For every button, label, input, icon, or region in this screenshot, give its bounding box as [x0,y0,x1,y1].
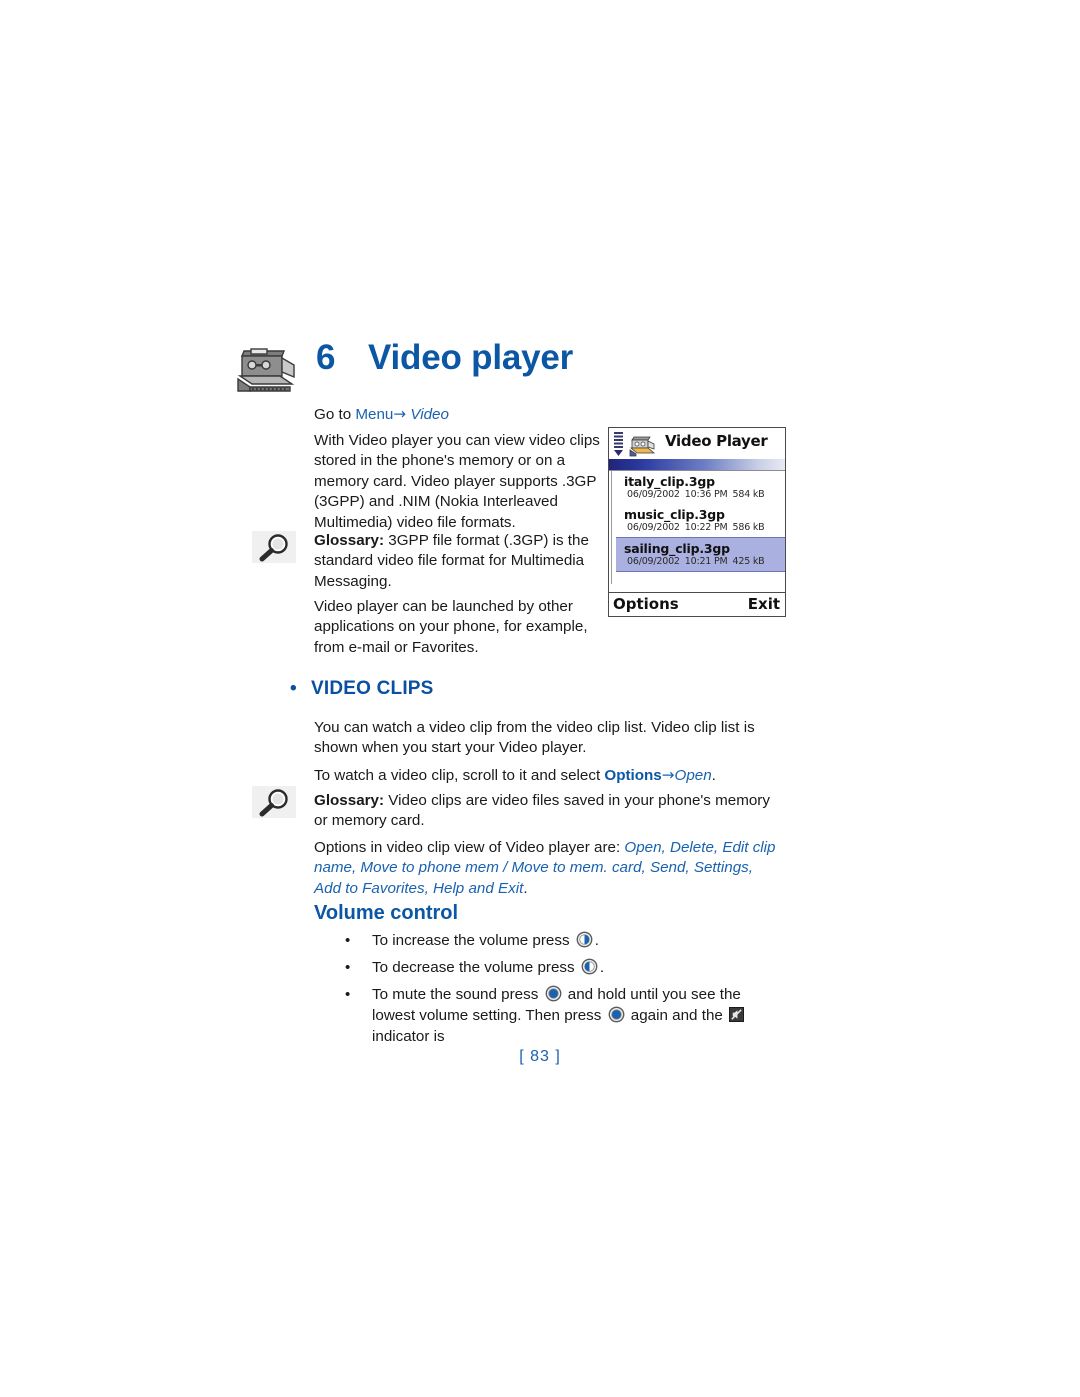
clip-meta: 06/09/2002 10:22 PM 586 kB [624,522,781,534]
page-number: [ 83 ] [519,1048,561,1065]
bullet-text: To increase the volume press [372,932,574,949]
section-bullet-icon: • [290,678,297,699]
intro-paragraph: With Video player you can view video cli… [314,432,600,531]
camcorder-icon [232,346,298,394]
clip-date: 06/09/2002 [627,522,680,533]
clip-time: 10:36 PM [684,489,728,500]
clip-meta: 06/09/2002 10:21 PM 425 kB [624,556,781,568]
arrow-glyph: → [393,405,407,423]
sub-heading-volume-control: Volume control [314,902,459,924]
arrow-glyph: → [661,766,675,784]
bullet-text-end: indicator is [372,1028,445,1045]
section-heading-label: VIDEO CLIPS [311,678,434,699]
volume-down-joystick-icon [581,958,598,975]
glossary-paragraph-2: Glossary: Video clips are video files sa… [314,791,776,832]
bullet-text: To mute the sound press [372,986,543,1003]
clip-name: music_clip.3gp [624,507,725,522]
scroll-open-paragraph: To watch a video clip, scroll to it and … [314,765,776,786]
bullet-text-mid2: again and the [626,1007,728,1024]
menu-link[interactable]: Menu [355,406,393,423]
softkey-exit-button[interactable]: Exit [748,595,780,613]
glossary-paragraph-1: Glossary: 3GPP file format (.3GP) is the… [314,531,604,592]
bullet-icon: • [345,986,351,1003]
list-item-selected[interactable]: sailing_clip.3gp 06/09/2002 10:21 PM 425 k… [616,537,785,572]
options-link[interactable]: Options [604,767,661,784]
clip-date: 06/09/2002 [627,489,680,500]
options-prefix: Options in video clip view of Video play… [314,839,625,856]
bullet-text-end: . [599,959,605,976]
phone-screenshot: Video Player italy_clip.3gp 06/09/2002 10… [608,427,786,617]
chapter-number: 6 [316,338,336,377]
chapter-title-text: 6 Video player [316,338,573,378]
clip-name: sailing_clip.3gp [624,541,730,556]
goto-prefix: Go to [314,406,356,423]
bullet-icon: • [345,959,351,976]
phone-title-bar: Video Player [609,428,785,459]
list-item: • To decrease the volume press . [342,957,782,978]
glossary-label: Glossary: [314,792,385,809]
chapter-title-label: Video player [368,338,574,377]
joystick-icon [545,985,562,1002]
bullet-icon: • [345,932,351,949]
clip-time: 10:21 PM [684,556,728,567]
list-item[interactable]: music_clip.3gp 06/09/2002 10:22 PM 586 kB [616,504,785,537]
open-link[interactable]: Open [675,767,712,784]
softkey-options-button[interactable]: Options [613,595,679,613]
clip-time: 10:22 PM [684,522,728,533]
volume-up-joystick-icon [576,931,593,948]
signal-bars-icon [613,431,624,457]
launched-paragraph: Video player can be launched by other ap… [314,598,588,656]
watch-paragraph: You can watch a video clip from the vide… [314,719,755,757]
list-item: • To increase the volume press . [342,930,782,951]
goto-line: Go to Menu→ Video [314,404,604,425]
glossary-magnifier-icon [252,786,296,818]
bullet-text-end: . [594,932,599,949]
camcorder-icon [628,434,658,458]
phone-title-gradient-bar [609,459,785,471]
clip-size: 584 kB [732,489,765,500]
options-suffix: . [523,879,528,897]
joystick-icon [608,1006,625,1023]
video-link[interactable]: Video [410,406,449,423]
scroll-prefix: To watch a video clip, scroll to it and … [314,767,605,784]
document-page: 6 Video player Go to Menu→ Video With Vid… [0,0,1080,1397]
list-item: • To mute the sound press and hold until … [342,984,782,1047]
volume-bullet-list: • To increase the volume press . • To decr… [342,930,782,1053]
clip-size: 586 kB [732,522,765,533]
phone-app-title: Video Player [665,432,768,450]
clip-meta: 06/09/2002 10:36 PM 584 kB [624,489,781,501]
glossary-magnifier-icon [252,531,296,563]
clip-date: 06/09/2002 [627,556,680,567]
mute-indicator-icon [729,1007,745,1022]
phone-softkey-bar: Options Exit [609,592,785,616]
scroll-suffix: . [711,767,716,784]
list-item[interactable]: italy_clip.3gp 06/09/2002 10:36 PM 584 kB [616,471,785,504]
phone-clip-list: italy_clip.3gp 06/09/2002 10:36 PM 584 kB … [609,471,785,584]
clip-name: italy_clip.3gp [624,474,715,489]
bullet-text: To decrease the volume press [372,959,579,976]
chapter-heading: 6 Video player [228,338,848,400]
section-heading-video-clips: • VIDEO CLIPS [290,678,434,700]
clip-size: 425 kB [732,556,765,567]
options-list-paragraph: Options in video clip view of Video play… [314,838,776,899]
glossary-label: Glossary: [314,532,385,549]
